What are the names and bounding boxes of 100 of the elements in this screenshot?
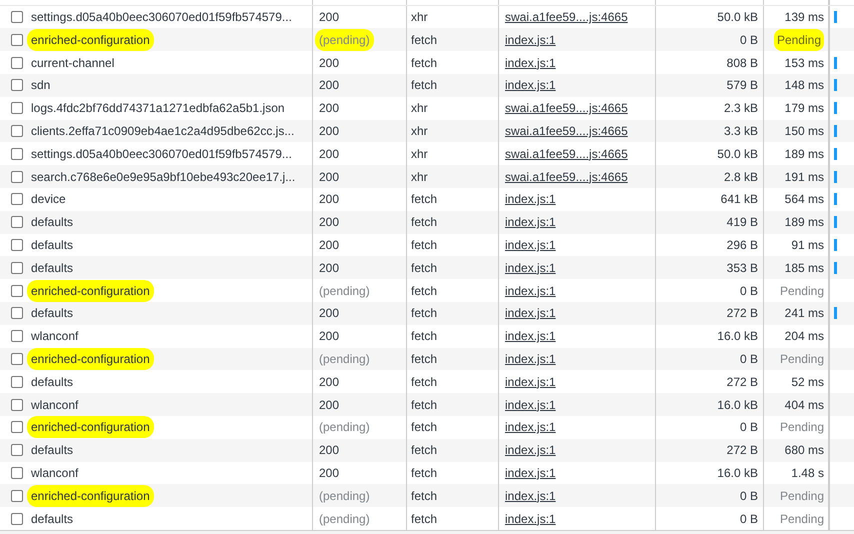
request-name: wlanconf: [31, 396, 78, 414]
time-text: 404 ms: [784, 396, 824, 414]
status-text: 200: [319, 100, 340, 118]
initiator-link[interactable]: swai.a1fee59....js:4665: [505, 99, 628, 118]
row-checkbox[interactable]: [11, 79, 23, 92]
initiator-link[interactable]: index.js:1: [505, 76, 556, 94]
row-checkbox[interactable]: [11, 398, 23, 411]
request-name: search.c768e6e0e9e95a9bf10ebe493c20ee17.j...: [31, 168, 296, 186]
initiator-link[interactable]: index.js:1: [505, 282, 556, 300]
initiator-link[interactable]: index.js:1: [505, 190, 556, 208]
initiator-link[interactable]: index.js:1: [505, 350, 556, 368]
type-text: fetch: [411, 328, 438, 346]
status-text: 200: [319, 214, 340, 232]
type-text: fetch: [411, 260, 438, 277]
status-text: 200: [319, 77, 340, 94]
request-name: defaults: [31, 260, 74, 277]
size-text: 0 B: [740, 488, 758, 505]
row-checkbox[interactable]: [11, 376, 23, 388]
row-checkbox[interactable]: [11, 512, 23, 525]
status-text: 200: [319, 236, 340, 254]
request-name: enriched-configuration: [27, 28, 154, 51]
type-text: fetch: [411, 374, 438, 391]
status-text: (pending): [315, 28, 374, 51]
size-text: 0 B: [740, 282, 758, 300]
request-name: logs.4fdc2bf76dd74371a1271edbfa62a5b1.json: [31, 100, 285, 118]
status-text: (pending): [319, 350, 370, 368]
size-text: 419 B: [726, 214, 758, 232]
status-text: 200: [319, 442, 340, 460]
row-checkbox[interactable]: [11, 170, 23, 183]
time-text: 191 ms: [784, 168, 824, 186]
initiator-link[interactable]: index.js:1: [505, 486, 556, 505]
time-text: 150 ms: [784, 122, 824, 140]
request-name: defaults: [31, 236, 74, 254]
status-text: 200: [319, 122, 340, 140]
initiator-link[interactable]: index.js:1: [505, 418, 556, 436]
row-checkbox[interactable]: [11, 262, 23, 274]
row-checkbox[interactable]: [11, 466, 23, 479]
row-checkbox[interactable]: [11, 444, 23, 456]
initiator-link[interactable]: index.js:1: [505, 54, 556, 72]
initiator-link[interactable]: index.js:1: [505, 327, 556, 346]
initiator-link[interactable]: index.js:1: [505, 464, 556, 482]
row-checkbox[interactable]: [11, 124, 23, 137]
type-text: fetch: [411, 442, 438, 460]
row-checkbox[interactable]: [11, 307, 23, 320]
time-text: 185 ms: [784, 260, 824, 277]
row-checkbox[interactable]: [11, 193, 23, 206]
size-text: 2.3 kB: [724, 100, 758, 118]
initiator-link[interactable]: index.js:1: [505, 396, 556, 414]
initiator-link[interactable]: swai.a1fee59....js:4665: [505, 168, 628, 186]
row-checkbox[interactable]: [11, 216, 23, 228]
row-checkbox[interactable]: [11, 284, 23, 297]
request-name: enriched-configuration: [27, 280, 154, 302]
request-name: enriched-configuration: [27, 484, 154, 507]
request-name: sdn: [31, 77, 50, 94]
time-text: 189 ms: [784, 214, 824, 232]
type-text: fetch: [411, 214, 438, 232]
type-text: fetch: [411, 350, 438, 368]
initiator-link[interactable]: index.js:1: [505, 441, 556, 460]
row-checkbox[interactable]: [11, 102, 23, 114]
size-text: 272 B: [726, 374, 758, 391]
size-text: 2.8 kB: [724, 168, 758, 186]
request-name: defaults: [31, 374, 74, 391]
initiator-link[interactable]: index.js:1: [505, 236, 556, 254]
request-name: enriched-configuration: [27, 416, 154, 438]
initiator-link[interactable]: index.js:1: [505, 258, 556, 277]
status-text: 200: [319, 396, 340, 414]
row-checkbox[interactable]: [11, 34, 23, 46]
row-checkbox[interactable]: [11, 352, 23, 365]
row-checkbox[interactable]: [11, 148, 23, 160]
initiator-link[interactable]: index.js:1: [505, 213, 556, 232]
time-text: 680 ms: [784, 442, 824, 460]
request-name: defaults: [31, 510, 74, 528]
initiator-link[interactable]: index.js:1: [505, 304, 556, 322]
type-text: fetch: [411, 510, 438, 528]
status-text: 200: [319, 260, 340, 277]
status-text: 200: [319, 464, 340, 482]
initiator-link[interactable]: index.js:1: [505, 30, 556, 49]
initiator-link[interactable]: index.js:1: [505, 372, 556, 391]
status-text: 200: [319, 8, 340, 26]
row-checkbox[interactable]: [11, 56, 23, 69]
row-checkbox[interactable]: [11, 421, 23, 434]
row-checkbox[interactable]: [11, 490, 23, 502]
initiator-link[interactable]: swai.a1fee59....js:4665: [505, 122, 628, 140]
initiator-link[interactable]: swai.a1fee59....js:4665: [505, 8, 628, 26]
time-text: Pending: [780, 282, 824, 300]
request-name: wlanconf: [31, 328, 78, 346]
initiator-link[interactable]: index.js:1: [505, 510, 556, 528]
status-text: 200: [319, 328, 340, 346]
type-text: xhr: [411, 122, 428, 140]
row-checkbox[interactable]: [11, 330, 23, 342]
time-text: Pending: [780, 488, 824, 505]
type-text: xhr: [411, 100, 428, 118]
row-checkbox[interactable]: [11, 10, 23, 23]
row-checkbox[interactable]: [11, 238, 23, 251]
size-text: 0 B: [740, 510, 758, 528]
initiator-link[interactable]: swai.a1fee59....js:4665: [505, 144, 628, 163]
size-text: 50.0 kB: [717, 146, 758, 163]
size-text: 3.3 kB: [724, 122, 758, 140]
request-name: enriched-configuration: [27, 348, 154, 370]
size-text: 16.0 kB: [717, 328, 758, 346]
